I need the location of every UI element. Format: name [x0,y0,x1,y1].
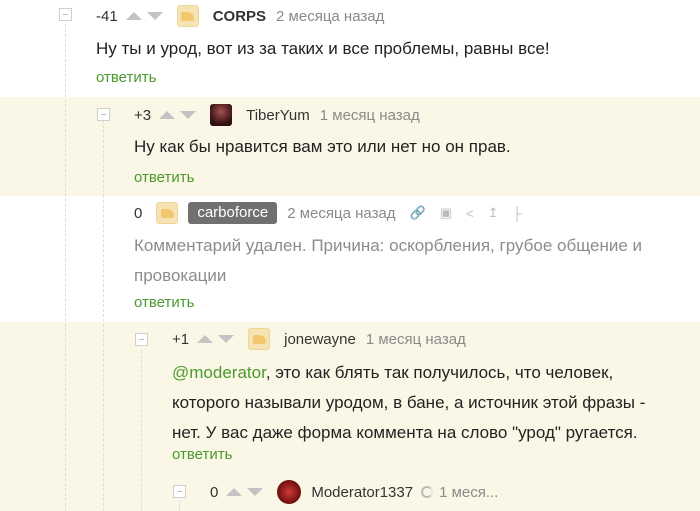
avatar[interactable] [156,202,179,224]
thread-line [65,24,66,511]
reply-link[interactable]: ответить [172,446,232,463]
user-mention[interactable]: @moderator [172,363,266,382]
comment-time[interactable]: 2 месяца назад [287,205,395,222]
save-icon[interactable]: ▣ [440,205,452,221]
link-icon[interactable]: 🔗 [410,205,426,221]
thread-line [141,350,142,511]
reply-link[interactable]: ответить [134,169,194,186]
downvote-icon[interactable] [247,488,264,496]
comment-tools: 🔗 ▣ < ↥ ├ [410,205,522,221]
comment-time[interactable]: 1 месяц назад [320,107,420,124]
collapse-button[interactable] [59,8,72,21]
author-name[interactable]: Moderator1337 [311,484,413,501]
comment-rating: 0 [210,483,219,501]
comment-time[interactable]: 1 месяц назад [366,331,466,348]
downvote-icon[interactable] [180,111,197,119]
moderator-badge-icon [421,486,434,498]
collapse-button[interactable] [135,333,148,346]
downvote-icon[interactable] [146,12,163,20]
upvote-icon[interactable] [226,488,243,496]
comment-header: +1 jonewayne 1 месяц назад [172,327,466,351]
comment-header: +3 TiberYum 1 месяц назад [134,103,420,127]
reply-link[interactable]: ответить [134,294,194,311]
author-name[interactable]: carboforce [188,202,278,224]
comment-text: Ну ты и урод, вот из за таких и все проб… [96,39,550,58]
collapse-button[interactable] [97,108,110,121]
comment-text: @moderator, это как блять так получилось… [172,358,672,448]
comment-rating: +1 [172,330,190,348]
comment-rating: -41 [96,7,118,25]
comment-header: -41 CORPS 2 месяца назад [96,4,384,28]
avatar[interactable] [248,328,271,350]
share-icon[interactable]: < [466,206,474,221]
downvote-icon[interactable] [218,335,235,343]
avatar[interactable] [210,104,233,126]
author-name[interactable]: TiberYum [246,107,310,124]
avatar[interactable] [277,480,302,504]
thread-line [103,120,104,511]
comment-rating: +3 [134,106,152,124]
comment-header: 0 carboforce 2 месяца назад 🔗 ▣ < ↥ ├ [134,201,522,225]
author-name[interactable]: jonewayne [284,331,356,348]
comment-text: Ну как бы нравится вам это или нет но он… [134,137,511,156]
comment-time[interactable]: 1 меся... [439,484,498,501]
arrow-top-icon[interactable]: ↥ [488,205,499,221]
author-name[interactable]: CORPS [213,8,266,25]
upvote-icon[interactable] [125,12,142,20]
upvote-icon[interactable] [197,335,214,343]
avatar[interactable] [176,5,199,27]
reply-link[interactable]: ответить [96,69,156,86]
comment-rating: 0 [134,204,143,222]
comment-header: 0 Moderator1337 1 меся... [210,480,498,504]
upvote-icon[interactable] [159,111,176,119]
comment-time[interactable]: 2 месяца назад [276,8,384,25]
branch-icon[interactable]: ├ [513,206,522,221]
thread-line [179,500,180,511]
collapse-button[interactable] [173,485,186,498]
deleted-comment-text: Комментарий удален. Причина: оскорбления… [134,236,643,285]
